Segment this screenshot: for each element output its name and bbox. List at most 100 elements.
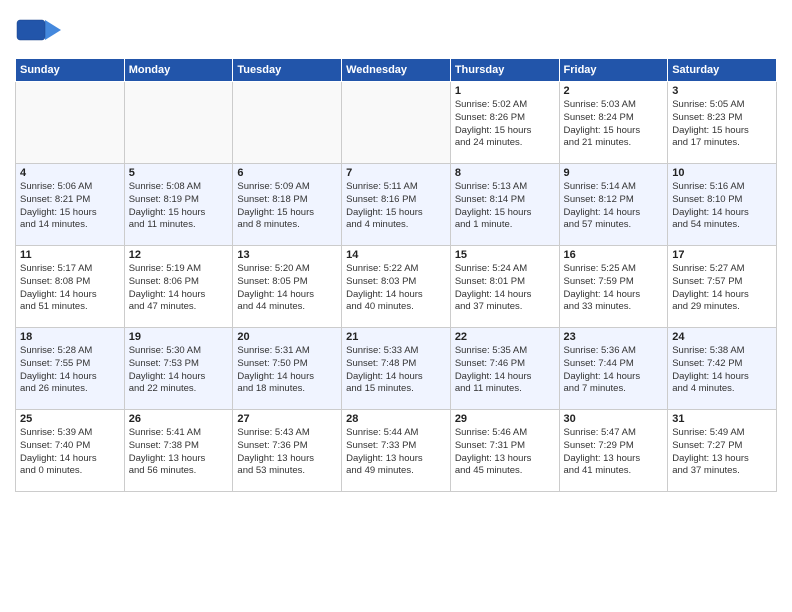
day-info: Sunrise: 5:39 AM Sunset: 7:40 PM Dayligh… xyxy=(20,427,120,478)
day-number: 5 xyxy=(129,167,229,179)
calendar-cell: 4Sunrise: 5:06 AM Sunset: 8:21 PM Daylig… xyxy=(16,164,125,246)
calendar-cell: 31 Sunrise: 5:49 AM Sunset: 7:27 PM Dayli… xyxy=(668,410,777,492)
calendar-cell: 18 Sunrise: 5:28 AM Sunset: 7:55 PM Dayli… xyxy=(16,328,125,410)
day-number: 12 xyxy=(129,249,229,261)
calendar-week-row: 11 Sunrise: 5:17 AM Sunset: 8:08 PM Dayli… xyxy=(16,246,777,328)
calendar-cell: 29Sunrise: 5:46 AM Sunset: 7:31 PM Dayli… xyxy=(450,410,559,492)
calendar-cell xyxy=(233,82,342,164)
day-info: Sunrise: 5:49 AM Sunset: 7:27 PM Dayligh… xyxy=(672,427,772,478)
day-number: 6 xyxy=(237,167,337,179)
day-of-week-header: Wednesday xyxy=(342,59,451,82)
calendar-cell: 19Sunrise: 5:30 AM Sunset: 7:53 PM Dayli… xyxy=(124,328,233,410)
day-of-week-header: Saturday xyxy=(668,59,777,82)
day-info: Sunrise: 5:28 AM Sunset: 7:55 PM Dayligh… xyxy=(20,345,120,396)
calendar-cell: 24Sunrise: 5:38 AM Sunset: 7:42 PM Dayli… xyxy=(668,328,777,410)
day-number: 18 xyxy=(20,331,120,343)
calendar-cell: 20 Sunrise: 5:31 AM Sunset: 7:50 PM Dayli… xyxy=(233,328,342,410)
day-number: 17 xyxy=(672,249,772,261)
calendar-cell: 15 Sunrise: 5:24 AM Sunset: 8:01 PM Dayli… xyxy=(450,246,559,328)
calendar-cell: 5 Sunrise: 5:08 AM Sunset: 8:19 PM Daylig… xyxy=(124,164,233,246)
calendar-week-row: 25 Sunrise: 5:39 AM Sunset: 7:40 PM Dayli… xyxy=(16,410,777,492)
day-number: 4 xyxy=(20,167,120,179)
day-info: Sunrise: 5:11 AM Sunset: 8:16 PM Dayligh… xyxy=(346,181,446,232)
day-of-week-header: Monday xyxy=(124,59,233,82)
day-number: 15 xyxy=(455,249,555,261)
calendar-cell: 13 Sunrise: 5:20 AM Sunset: 8:05 PM Dayli… xyxy=(233,246,342,328)
day-of-week-header: Friday xyxy=(559,59,668,82)
calendar-week-row: 18 Sunrise: 5:28 AM Sunset: 7:55 PM Dayli… xyxy=(16,328,777,410)
calendar-cell: 3 Sunrise: 5:05 AM Sunset: 8:23 PM Daylig… xyxy=(668,82,777,164)
day-info: Sunrise: 5:46 AM Sunset: 7:31 PM Dayligh… xyxy=(455,427,555,478)
day-of-week-header: Sunday xyxy=(16,59,125,82)
calendar-cell: 1 Sunrise: 5:02 AM Sunset: 8:26 PM Daylig… xyxy=(450,82,559,164)
calendar-cell: 11 Sunrise: 5:17 AM Sunset: 8:08 PM Dayli… xyxy=(16,246,125,328)
day-info: Sunrise: 5:05 AM Sunset: 8:23 PM Dayligh… xyxy=(672,99,772,150)
day-number: 20 xyxy=(237,331,337,343)
day-info: Sunrise: 5:47 AM Sunset: 7:29 PM Dayligh… xyxy=(564,427,664,478)
day-number: 9 xyxy=(564,167,664,179)
calendar-cell: 12Sunrise: 5:19 AM Sunset: 8:06 PM Dayli… xyxy=(124,246,233,328)
calendar-cell: 22 Sunrise: 5:35 AM Sunset: 7:46 PM Dayli… xyxy=(450,328,559,410)
calendar-header-row: SundayMondayTuesdayWednesdayThursdayFrid… xyxy=(16,59,777,82)
calendar-cell: 16Sunrise: 5:25 AM Sunset: 7:59 PM Dayli… xyxy=(559,246,668,328)
day-info: Sunrise: 5:13 AM Sunset: 8:14 PM Dayligh… xyxy=(455,181,555,232)
calendar-cell: 10 Sunrise: 5:16 AM Sunset: 8:10 PM Dayli… xyxy=(668,164,777,246)
day-info: Sunrise: 5:31 AM Sunset: 7:50 PM Dayligh… xyxy=(237,345,337,396)
day-number: 10 xyxy=(672,167,772,179)
calendar-cell: 27 Sunrise: 5:43 AM Sunset: 7:36 PM Dayli… xyxy=(233,410,342,492)
day-number: 25 xyxy=(20,413,120,425)
day-number: 7 xyxy=(346,167,446,179)
logo-icon xyxy=(15,10,65,50)
day-info: Sunrise: 5:24 AM Sunset: 8:01 PM Dayligh… xyxy=(455,263,555,314)
day-number: 13 xyxy=(237,249,337,261)
day-info: Sunrise: 5:27 AM Sunset: 7:57 PM Dayligh… xyxy=(672,263,772,314)
day-info: Sunrise: 5:09 AM Sunset: 8:18 PM Dayligh… xyxy=(237,181,337,232)
calendar-cell: 14Sunrise: 5:22 AM Sunset: 8:03 PM Dayli… xyxy=(342,246,451,328)
calendar-cell: 7 Sunrise: 5:11 AM Sunset: 8:16 PM Daylig… xyxy=(342,164,451,246)
header xyxy=(15,10,777,50)
day-info: Sunrise: 5:43 AM Sunset: 7:36 PM Dayligh… xyxy=(237,427,337,478)
calendar-week-row: 4Sunrise: 5:06 AM Sunset: 8:21 PM Daylig… xyxy=(16,164,777,246)
day-number: 2 xyxy=(564,85,664,97)
calendar-cell: 17 Sunrise: 5:27 AM Sunset: 7:57 PM Dayli… xyxy=(668,246,777,328)
day-info: Sunrise: 5:02 AM Sunset: 8:26 PM Dayligh… xyxy=(455,99,555,150)
day-number: 23 xyxy=(564,331,664,343)
day-number: 8 xyxy=(455,167,555,179)
calendar-cell xyxy=(16,82,125,164)
day-info: Sunrise: 5:14 AM Sunset: 8:12 PM Dayligh… xyxy=(564,181,664,232)
day-info: Sunrise: 5:41 AM Sunset: 7:38 PM Dayligh… xyxy=(129,427,229,478)
day-info: Sunrise: 5:35 AM Sunset: 7:46 PM Dayligh… xyxy=(455,345,555,396)
calendar-week-row: 1 Sunrise: 5:02 AM Sunset: 8:26 PM Daylig… xyxy=(16,82,777,164)
day-info: Sunrise: 5:17 AM Sunset: 8:08 PM Dayligh… xyxy=(20,263,120,314)
calendar-cell: 6 Sunrise: 5:09 AM Sunset: 8:18 PM Daylig… xyxy=(233,164,342,246)
day-number: 22 xyxy=(455,331,555,343)
calendar-cell: 30 Sunrise: 5:47 AM Sunset: 7:29 PM Dayli… xyxy=(559,410,668,492)
calendar-cell xyxy=(342,82,451,164)
calendar-cell: 25 Sunrise: 5:39 AM Sunset: 7:40 PM Dayli… xyxy=(16,410,125,492)
day-number: 3 xyxy=(672,85,772,97)
logo xyxy=(15,10,69,50)
page: SundayMondayTuesdayWednesdayThursdayFrid… xyxy=(0,0,792,612)
day-number: 30 xyxy=(564,413,664,425)
calendar-cell: 28 Sunrise: 5:44 AM Sunset: 7:33 PM Dayli… xyxy=(342,410,451,492)
day-info: Sunrise: 5:44 AM Sunset: 7:33 PM Dayligh… xyxy=(346,427,446,478)
day-number: 21 xyxy=(346,331,446,343)
calendar-cell: 8 Sunrise: 5:13 AM Sunset: 8:14 PM Daylig… xyxy=(450,164,559,246)
day-number: 31 xyxy=(672,413,772,425)
day-info: Sunrise: 5:33 AM Sunset: 7:48 PM Dayligh… xyxy=(346,345,446,396)
day-number: 24 xyxy=(672,331,772,343)
day-number: 26 xyxy=(129,413,229,425)
day-number: 19 xyxy=(129,331,229,343)
day-info: Sunrise: 5:22 AM Sunset: 8:03 PM Dayligh… xyxy=(346,263,446,314)
day-number: 28 xyxy=(346,413,446,425)
day-number: 27 xyxy=(237,413,337,425)
day-number: 1 xyxy=(455,85,555,97)
day-info: Sunrise: 5:25 AM Sunset: 7:59 PM Dayligh… xyxy=(564,263,664,314)
day-info: Sunrise: 5:08 AM Sunset: 8:19 PM Dayligh… xyxy=(129,181,229,232)
day-of-week-header: Thursday xyxy=(450,59,559,82)
day-info: Sunrise: 5:20 AM Sunset: 8:05 PM Dayligh… xyxy=(237,263,337,314)
day-number: 11 xyxy=(20,249,120,261)
calendar-cell: 23Sunrise: 5:36 AM Sunset: 7:44 PM Dayli… xyxy=(559,328,668,410)
calendar: SundayMondayTuesdayWednesdayThursdayFrid… xyxy=(15,58,777,492)
day-info: Sunrise: 5:16 AM Sunset: 8:10 PM Dayligh… xyxy=(672,181,772,232)
